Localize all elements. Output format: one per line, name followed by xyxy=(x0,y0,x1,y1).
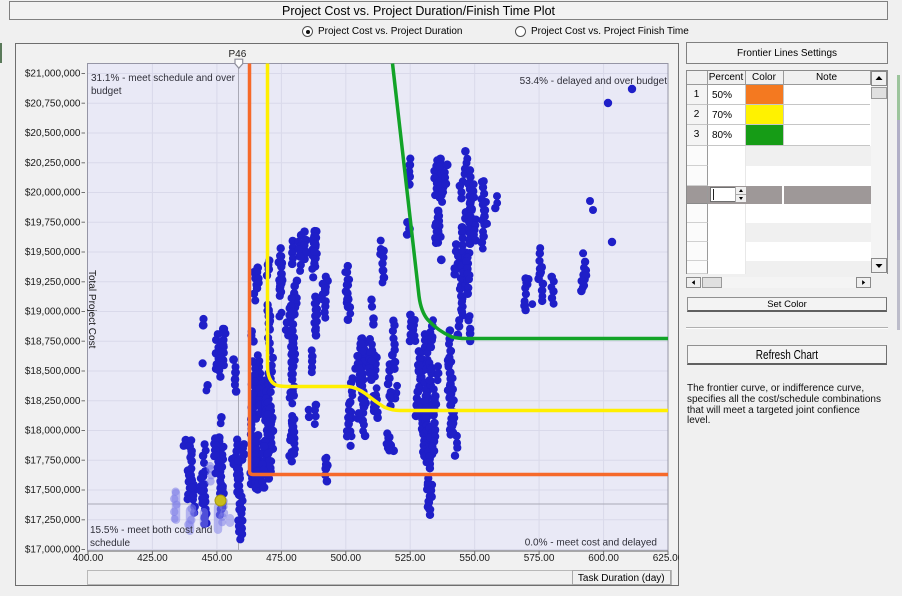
svg-text:$20,000,000: $20,000,000 xyxy=(25,188,81,199)
svg-text:$20,750,000: $20,750,000 xyxy=(25,99,81,110)
svg-text:schedule: schedule xyxy=(90,538,130,549)
svg-text:550.00: 550.00 xyxy=(459,553,490,564)
svg-text:$19,750,000: $19,750,000 xyxy=(25,217,81,228)
svg-text:$18,500,000: $18,500,000 xyxy=(25,366,81,377)
svg-text:$20,250,000: $20,250,000 xyxy=(25,158,81,169)
svg-text:$18,000,000: $18,000,000 xyxy=(25,426,81,437)
svg-text:$20,500,000: $20,500,000 xyxy=(25,128,81,139)
svg-text:600.00: 600.00 xyxy=(588,553,619,564)
svg-text:P46: P46 xyxy=(229,49,247,60)
svg-text:0.0% - meet cost and delayed: 0.0% - meet cost and delayed xyxy=(525,538,657,549)
svg-text:$18,750,000: $18,750,000 xyxy=(25,336,81,347)
svg-text:$19,000,000: $19,000,000 xyxy=(25,307,81,318)
svg-text:$17,250,000: $17,250,000 xyxy=(25,515,81,526)
svg-text:budget: budget xyxy=(91,86,122,97)
svg-text:575.00: 575.00 xyxy=(524,553,555,564)
svg-text:450.00: 450.00 xyxy=(202,553,233,564)
svg-text:475.00: 475.00 xyxy=(266,553,297,564)
svg-text:400.00: 400.00 xyxy=(73,553,104,564)
svg-text:625.00: 625.00 xyxy=(653,553,679,564)
svg-text:$17,750,000: $17,750,000 xyxy=(25,455,81,466)
svg-text:500.00: 500.00 xyxy=(331,553,362,564)
svg-text:$21,000,000: $21,000,000 xyxy=(25,69,81,80)
svg-text:$17,500,000: $17,500,000 xyxy=(25,485,81,496)
svg-text:Total Project Cost: Total Project Cost xyxy=(86,270,97,349)
svg-text:425.00: 425.00 xyxy=(137,553,168,564)
svg-text:525.00: 525.00 xyxy=(395,553,426,564)
svg-text:$19,250,000: $19,250,000 xyxy=(25,277,81,288)
svg-text:15.5% - meet both cost and: 15.5% - meet both cost and xyxy=(90,525,212,536)
svg-text:53.4% - delayed and over budge: 53.4% - delayed and over budget xyxy=(520,76,668,87)
svg-text:31.1% - meet schedule and over: 31.1% - meet schedule and over xyxy=(91,73,236,84)
svg-text:$18,250,000: $18,250,000 xyxy=(25,396,81,407)
svg-text:$19,500,000: $19,500,000 xyxy=(25,247,81,258)
